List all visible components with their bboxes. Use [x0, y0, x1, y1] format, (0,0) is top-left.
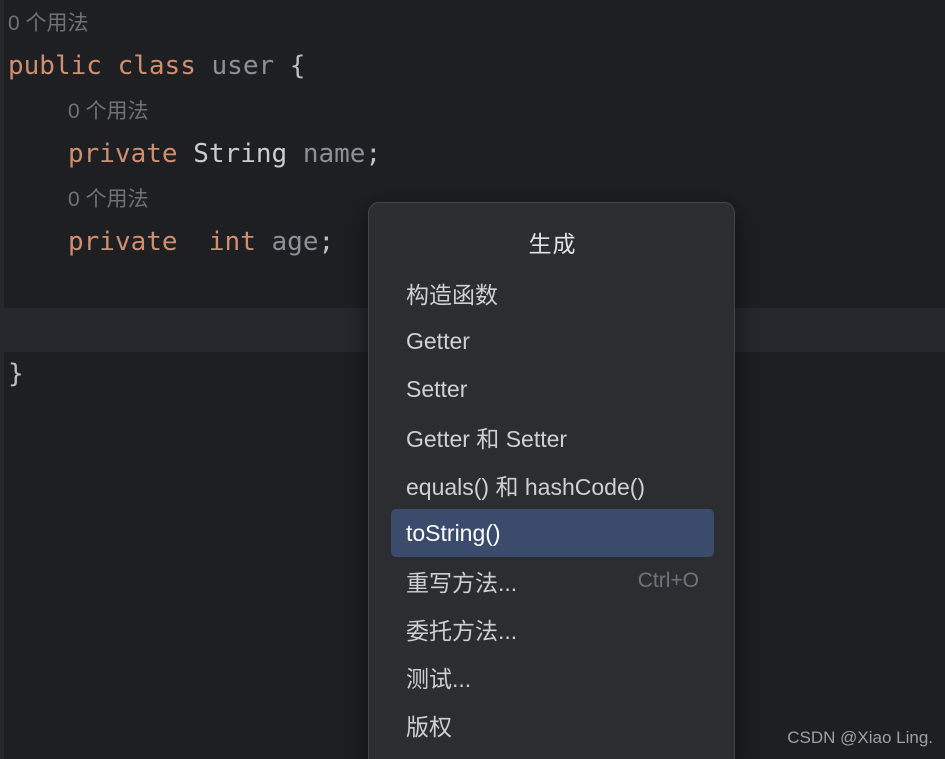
generate-menu-list[interactable]: 构造函数 Getter Setter Getter 和 Setter equals() …: [369, 269, 734, 749]
menu-item-label: 测试...: [406, 666, 472, 692]
menu-item-label: 构造函数: [406, 282, 498, 308]
code-token: int: [208, 227, 256, 257]
menu-item-shortcut: Ctrl+O: [637, 569, 699, 592]
menu-item-2[interactable]: Getter: [391, 317, 714, 365]
code-line: private String name;: [0, 132, 945, 176]
code-token: String: [193, 139, 288, 169]
code-token: ;: [318, 227, 335, 257]
menu-item-label: Getter 和 Setter: [406, 426, 568, 452]
code-line: 0 个用法: [0, 0, 945, 44]
code-token: ;: [365, 139, 382, 169]
code-line: public class user {: [0, 44, 945, 88]
menu-item-1[interactable]: 构造函数: [391, 269, 714, 317]
screen: 0 个用法 public class user { 0 个用法 private S…: [0, 0, 945, 759]
menu-item-9[interactable]: 测试...: [391, 653, 714, 701]
usage-hint[interactable]: 0 个用法: [68, 100, 149, 123]
code-token: class: [117, 51, 196, 81]
menu-item-4[interactable]: Getter 和 Setter: [391, 413, 714, 461]
code-token: user: [211, 51, 275, 81]
menu-item-7[interactable]: 重写方法... Ctrl+O: [391, 557, 714, 605]
code-line: 0 个用法: [0, 88, 945, 132]
menu-item-label: 版权: [406, 714, 452, 740]
code-token: {: [289, 51, 306, 81]
menu-item-label: equals() 和 hashCode(): [406, 474, 646, 500]
popup-title: 生成: [528, 231, 577, 257]
usage-hint[interactable]: 0 个用法: [8, 12, 89, 35]
code-token: private: [68, 139, 178, 169]
menu-item-6[interactable]: toString(): [391, 509, 714, 557]
code-token: private: [68, 227, 178, 257]
code-token: age: [271, 227, 319, 257]
menu-item-label: 重写方法...: [406, 570, 518, 596]
menu-item-label: Setter: [406, 375, 468, 402]
menu-item-label: Getter: [406, 327, 470, 354]
menu-item-10[interactable]: 版权: [391, 701, 714, 749]
menu-item-3[interactable]: Setter: [391, 365, 714, 413]
code-token: name: [302, 139, 366, 169]
menu-item-8[interactable]: 委托方法...: [391, 605, 714, 653]
generate-popup[interactable]: 生成 构造函数 Getter Setter Getter 和 Setter equals…: [368, 202, 735, 759]
menu-item-label: 委托方法...: [406, 618, 518, 644]
usage-hint[interactable]: 0 个用法: [68, 188, 149, 211]
code-token: public: [8, 51, 102, 81]
menu-item-label: toString(): [406, 519, 501, 546]
watermark-text: CSDN @Xiao Ling.: [787, 728, 933, 747]
code-token: }: [8, 359, 24, 389]
menu-item-5[interactable]: equals() 和 hashCode(): [391, 461, 714, 509]
